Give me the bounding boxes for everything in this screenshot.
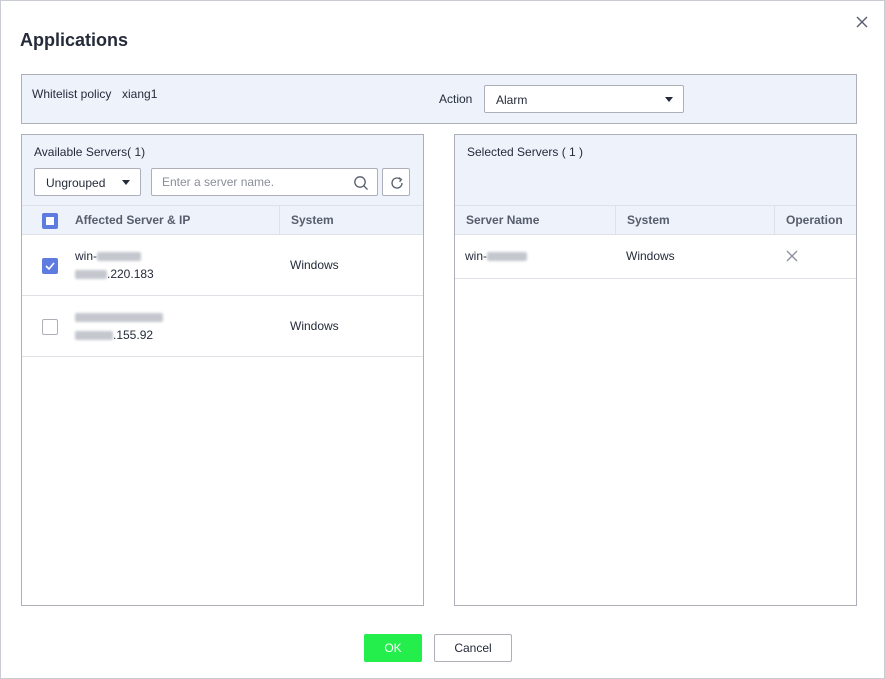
- caret-down-icon: [665, 97, 673, 102]
- policy-bar: Whitelist policy xiang1 Action Alarm: [21, 74, 857, 124]
- column-system: System: [627, 213, 670, 227]
- column-divider: [774, 206, 775, 235]
- table-row[interactable]: win- .220.183 Windows: [22, 235, 423, 296]
- cancel-button[interactable]: Cancel: [434, 634, 512, 662]
- group-select-value: Ungrouped: [46, 176, 106, 190]
- action-select[interactable]: Alarm: [484, 85, 684, 113]
- group-select[interactable]: Ungrouped: [34, 168, 141, 196]
- refresh-button[interactable]: [382, 168, 410, 196]
- server-ip: .220.183: [75, 267, 154, 281]
- server-name: win-: [75, 249, 142, 263]
- column-system: System: [291, 213, 334, 227]
- dialog-title: Applications: [20, 30, 129, 50]
- check-icon: [45, 262, 55, 271]
- column-affected-server: Affected Server & IP: [75, 213, 191, 227]
- selected-server-name: win-: [465, 249, 528, 263]
- action-select-value: Alarm: [496, 93, 528, 107]
- whitelist-policy-label: Whitelist policy: [32, 87, 112, 101]
- server-ip: .155.92: [75, 328, 153, 342]
- selected-servers-header: Selected Servers ( 1 ): [455, 135, 856, 206]
- column-divider: [615, 206, 616, 235]
- column-divider: [279, 206, 280, 235]
- column-operation: Operation: [786, 213, 843, 227]
- row-checkbox[interactable]: [42, 258, 58, 274]
- search-icon[interactable]: [353, 175, 369, 191]
- server-system: Windows: [290, 319, 339, 333]
- selected-servers-panel: Selected Servers ( 1 ) Server Name Syste…: [454, 134, 857, 606]
- available-servers-header: Available Servers( 1) Ungrouped: [22, 135, 423, 206]
- available-servers-panel: Available Servers( 1) Ungrouped Affected…: [21, 134, 424, 606]
- caret-down-icon: [122, 180, 130, 185]
- server-search-box: [151, 168, 378, 196]
- table-row: win- Windows: [455, 235, 856, 279]
- selected-server-system: Windows: [626, 249, 675, 263]
- column-server-name: Server Name: [466, 213, 540, 227]
- applications-dialog: Applications Whitelist policy xiang1 Act…: [0, 0, 885, 679]
- action-label: Action: [439, 92, 473, 106]
- table-row[interactable]: .155.92 Windows: [22, 296, 423, 357]
- ok-button[interactable]: OK: [364, 634, 422, 662]
- remove-icon[interactable]: [785, 249, 799, 263]
- available-servers-title: Available Servers( 1): [34, 145, 146, 159]
- whitelist-policy-value: xiang1: [122, 87, 158, 101]
- close-icon[interactable]: [852, 12, 872, 32]
- select-all-checkbox[interactable]: [42, 213, 58, 229]
- server-search-input[interactable]: [162, 174, 342, 190]
- row-checkbox[interactable]: [42, 319, 58, 335]
- server-name: [75, 310, 163, 324]
- selected-table-header: Server Name System Operation: [455, 206, 856, 235]
- refresh-icon: [391, 177, 403, 189]
- server-system: Windows: [290, 258, 339, 272]
- available-table-header: Affected Server & IP System: [22, 206, 423, 235]
- selected-servers-title: Selected Servers ( 1 ): [467, 145, 584, 159]
